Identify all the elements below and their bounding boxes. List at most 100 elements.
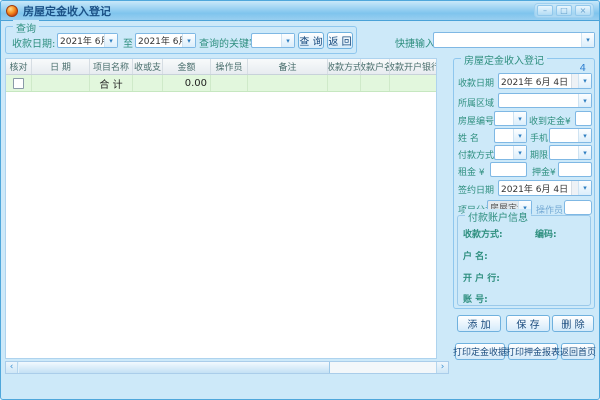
back-button[interactable]: 返 回	[327, 32, 353, 49]
chevron-down-icon[interactable]: ▾	[578, 74, 591, 88]
account-pay-method-label: 收款方式:	[463, 227, 503, 240]
table-cell	[361, 75, 390, 91]
query-group-label: 查询	[13, 20, 39, 35]
chevron-down-icon[interactable]: ▾	[513, 129, 526, 142]
app-icon	[6, 5, 18, 17]
sign-date-value: 2021年 6月 4日	[499, 182, 571, 195]
receipt-date-label: 收款日期	[458, 76, 494, 89]
receipt-date-value: 2021年 6月 4日	[499, 75, 571, 88]
table-cell	[6, 75, 32, 91]
column-header-date[interactable]: 日 期	[32, 59, 90, 74]
house-no-label: 房屋编号	[458, 114, 494, 127]
deposit-entry-groupbox: 房屋定金收入登记 4 收款日期 2021年 6月 4日 ▾ 所属区域 ▾ 房屋编…	[453, 58, 595, 309]
scroll-right-icon[interactable]: ›	[436, 362, 448, 373]
scroll-left-icon[interactable]: ‹	[6, 362, 18, 373]
region-combobox[interactable]: ▾	[498, 93, 592, 108]
records-table: 核对 日 期 项目名称 收或支 金额 操作员 备注 收款方式 收款户名 收款开户…	[5, 58, 437, 359]
sign-date-label: 签约日期	[458, 183, 494, 196]
tenant-name-combobox[interactable]: ▾	[494, 128, 527, 143]
horizontal-scrollbar[interactable]: ‹ ›	[5, 361, 449, 374]
phone-combobox[interactable]: ▾	[549, 128, 592, 143]
account-holder-label: 户 名:	[463, 249, 488, 262]
date-from-value: 2021年 6月 4日	[58, 34, 104, 47]
print-deposit-report-button[interactable]: 打印押金报表	[508, 343, 558, 360]
deposit-received-input[interactable]	[575, 111, 592, 126]
account-bank-label: 开 户 行:	[463, 271, 500, 284]
quick-input-combobox[interactable]: ▾	[433, 32, 595, 48]
calendar-icon[interactable]	[571, 181, 578, 195]
chevron-down-icon[interactable]: ▾	[578, 94, 591, 107]
keyword-combobox[interactable]: ▾	[251, 33, 295, 48]
column-header-pay-method[interactable]: 收款方式	[328, 59, 361, 74]
rent-input[interactable]	[490, 162, 527, 177]
pay-method-label: 付款方式	[458, 148, 494, 161]
to-label: 至	[123, 35, 133, 50]
term-combobox[interactable]: ▾	[549, 145, 592, 160]
account-number-label: 账 号:	[463, 292, 488, 305]
print-deposit-receipt-button[interactable]: 打印定金收据	[455, 343, 505, 360]
chevron-down-icon[interactable]: ▾	[578, 181, 591, 195]
date-from-picker[interactable]: 2021年 6月 4日 ▾	[57, 33, 118, 48]
column-header-payee-name[interactable]: 收款户名	[361, 59, 390, 74]
column-header-project[interactable]: 项目名称	[90, 59, 133, 74]
minimize-button-icon[interactable]: –	[537, 5, 553, 16]
delete-button[interactable]: 删 除	[552, 315, 594, 332]
date-to-value: 2021年 6月 4日	[136, 34, 182, 47]
total-amount-cell: 0.00	[163, 75, 211, 91]
term-label: 期限	[530, 148, 548, 161]
total-row: 合 计 0.00	[6, 75, 436, 92]
column-header-amount[interactable]: 金额	[163, 59, 211, 74]
total-label-cell: 合 计	[90, 75, 133, 91]
table-cell	[211, 75, 248, 91]
table-cell	[133, 75, 163, 91]
chevron-down-icon[interactable]: ▾	[581, 33, 594, 47]
region-label: 所属区域	[458, 96, 494, 109]
column-header-remark[interactable]: 备注	[248, 59, 328, 74]
chevron-down-icon[interactable]: ▾	[578, 146, 591, 159]
maximize-button-icon[interactable]: □	[556, 5, 572, 16]
scrollbar-thumb[interactable]	[18, 362, 330, 373]
return-home-button[interactable]: 返回首页	[561, 343, 595, 360]
column-header-in-out[interactable]: 收或支	[133, 59, 163, 74]
app-window: 房屋定金收入登记 – □ × 查询 收款日期: 2021年 6月 4日 ▾ 至 …	[0, 0, 600, 400]
deposit-entry-group-label: 房屋定金收入登记	[461, 52, 547, 67]
receipt-date-picker[interactable]: 2021年 6月 4日 ▾	[498, 73, 592, 89]
deposit-input[interactable]	[558, 162, 592, 177]
chevron-down-icon[interactable]: ▾	[104, 34, 117, 47]
search-button[interactable]: 查 询	[298, 32, 324, 49]
chevron-down-icon[interactable]: ▾	[281, 34, 294, 47]
account-info-groupbox: 付款账户信息 收款方式: 编码: 户 名: 开 户 行: 账 号:	[457, 215, 591, 306]
save-button[interactable]: 保 存	[506, 315, 550, 332]
query-groupbox: 查询 收款日期: 2021年 6月 4日 ▾ 至 2021年 6月 4日 ▾ 查…	[5, 26, 357, 54]
house-no-combobox[interactable]: ▾	[494, 111, 527, 126]
account-code-label: 编码:	[535, 227, 557, 240]
chevron-down-icon[interactable]: ▾	[513, 112, 526, 125]
pay-method-combobox[interactable]: ▾	[494, 145, 527, 160]
sign-date-picker[interactable]: 2021年 6月 4日 ▾	[498, 180, 592, 196]
operator-input[interactable]	[564, 200, 592, 215]
close-button-icon[interactable]: ×	[575, 5, 591, 16]
chevron-down-icon[interactable]: ▾	[578, 129, 591, 142]
chevron-down-icon[interactable]: ▾	[182, 34, 195, 47]
deposit-received-label: 收到定金¥	[529, 114, 571, 127]
add-button[interactable]: 添 加	[457, 315, 501, 332]
date-to-picker[interactable]: 2021年 6月 4日 ▾	[135, 33, 196, 48]
table-cell	[390, 75, 436, 91]
column-header-check[interactable]: 核对	[6, 59, 32, 74]
row-checkbox[interactable]	[13, 78, 24, 89]
chevron-down-icon[interactable]: ▾	[513, 146, 526, 159]
table-header-row: 核对 日 期 项目名称 收或支 金额 操作员 备注 收款方式 收款户名 收款开户…	[6, 59, 436, 75]
calendar-icon[interactable]	[571, 74, 578, 88]
title-bar: 房屋定金收入登记 – □ ×	[1, 1, 599, 21]
rent-label: 租金 ¥	[458, 165, 485, 178]
column-header-payee-bank[interactable]: 收款开户银行	[390, 59, 436, 74]
table-cell	[328, 75, 361, 91]
deposit-label: 押金¥	[532, 165, 556, 178]
quick-input-label: 快捷输入:	[395, 35, 438, 50]
column-header-operator[interactable]: 操作员	[211, 59, 248, 74]
receipt-date-range-label: 收款日期:	[12, 35, 55, 50]
window-title: 房屋定金收入登记	[23, 3, 111, 19]
window-controls: – □ ×	[534, 3, 594, 18]
table-cell	[248, 75, 328, 91]
table-cell	[32, 75, 90, 91]
